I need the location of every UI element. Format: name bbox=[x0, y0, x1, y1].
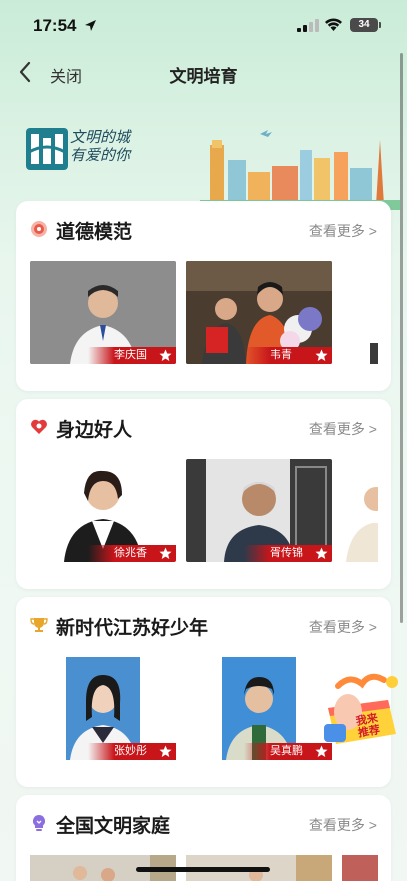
section-moral-models: 道德模范 查看更多 > 李庆国 韦青 bbox=[16, 201, 391, 391]
person-card[interactable]: 张妙彤 bbox=[30, 657, 176, 760]
section-header: 新时代江苏好少年 查看更多 > bbox=[16, 597, 391, 653]
recommend-badge-graphic bbox=[324, 673, 398, 744]
banner-slogan-line2: 有爱的你 bbox=[70, 146, 131, 164]
person-photo bbox=[342, 459, 378, 562]
section-header: 道德模范 查看更多 > bbox=[16, 201, 391, 257]
person-card[interactable]: 韦青 bbox=[186, 261, 332, 364]
status-bar: 17:54 34 bbox=[0, 0, 407, 50]
city-skyline-illustration bbox=[200, 130, 400, 210]
section-title: 新时代江苏好少年 bbox=[56, 618, 209, 639]
star-icon bbox=[315, 349, 328, 361]
person-card-partial[interactable] bbox=[342, 459, 378, 562]
section-good-people: 身边好人 查看更多 > 徐兆香 胥传锦 bbox=[16, 399, 391, 589]
view-more-link[interactable]: 查看更多 > bbox=[309, 221, 377, 241]
view-more-link[interactable]: 查看更多 > bbox=[309, 419, 377, 439]
wifi-icon bbox=[325, 18, 342, 31]
family-photo-partial[interactable] bbox=[342, 855, 378, 881]
flower-badge-icon bbox=[31, 221, 47, 237]
trophy-icon bbox=[30, 618, 48, 632]
person-card[interactable]: 李庆国 bbox=[30, 261, 176, 364]
heart-badge-icon bbox=[31, 419, 47, 434]
city-logo-icon bbox=[26, 128, 68, 170]
page-title: 文明培育 bbox=[169, 67, 238, 86]
person-card-partial[interactable] bbox=[342, 261, 378, 364]
section-title: 全国文明家庭 bbox=[56, 816, 171, 837]
section-title: 道德模范 bbox=[56, 222, 133, 243]
view-more-link[interactable]: 查看更多 > bbox=[309, 815, 377, 835]
battery-indicator: 34 bbox=[350, 18, 378, 32]
section-header: 全国文明家庭 查看更多 > bbox=[16, 795, 391, 851]
bulb-badge-icon bbox=[32, 814, 46, 831]
person-card[interactable]: 吴真鹏 bbox=[186, 657, 332, 760]
star-icon bbox=[315, 547, 328, 559]
banner-slogan: 文明的城 有爱的你 bbox=[70, 128, 150, 164]
person-card[interactable]: 徐兆香 bbox=[30, 459, 176, 562]
banner: 文明的城 有爱的你 bbox=[0, 110, 407, 210]
person-photo bbox=[342, 261, 378, 364]
recommend-badge[interactable]: 我来 推荐 bbox=[318, 668, 406, 758]
home-indicator bbox=[136, 867, 270, 872]
view-more-link[interactable]: 查看更多 > bbox=[309, 617, 377, 637]
scrollbar[interactable] bbox=[400, 53, 403, 623]
status-time: 17:54 bbox=[33, 16, 77, 35]
star-icon bbox=[159, 745, 172, 757]
nav-bar: 关闭 文明培育 bbox=[0, 52, 407, 92]
star-icon bbox=[159, 349, 172, 361]
location-arrow-icon bbox=[85, 20, 96, 31]
section-header: 身边好人 查看更多 > bbox=[16, 399, 391, 455]
section-title: 身边好人 bbox=[56, 420, 133, 441]
cellular-signal-icon bbox=[297, 19, 319, 32]
star-icon bbox=[159, 547, 172, 559]
person-card[interactable]: 胥传锦 bbox=[186, 459, 332, 562]
battery-cap bbox=[379, 22, 381, 28]
banner-slogan-line1: 文明的城 bbox=[70, 128, 131, 146]
